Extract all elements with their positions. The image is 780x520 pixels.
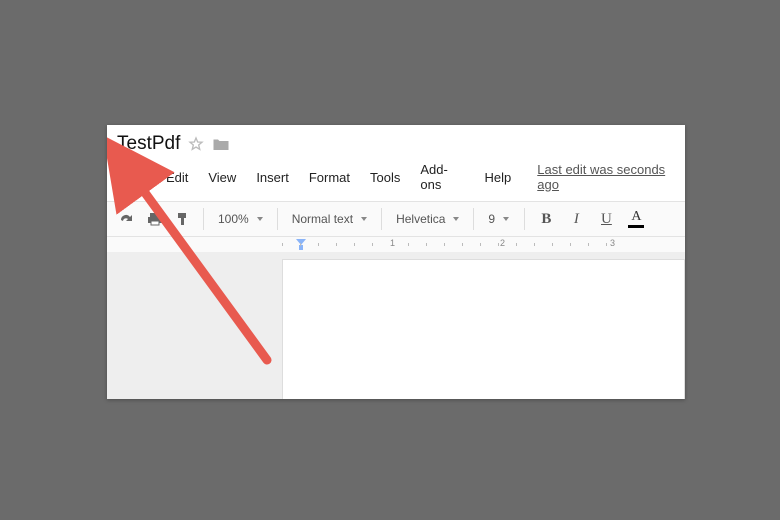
ruler-tick [444, 243, 445, 246]
ruler-tick [282, 243, 283, 246]
ruler-tick [606, 243, 607, 246]
text-color-letter: A [631, 210, 641, 224]
zoom-dropdown[interactable]: 100% [212, 206, 269, 232]
ruler-tick [462, 243, 463, 246]
menu-view[interactable]: View [198, 167, 246, 188]
ruler-number: 1 [390, 238, 395, 248]
menu-insert[interactable]: Insert [246, 167, 299, 188]
font-value: Helvetica [396, 212, 445, 226]
ruler-tick [408, 243, 409, 246]
zoom-value: 100% [218, 212, 249, 226]
ruler-tick [336, 243, 337, 246]
style-value: Normal text [292, 212, 353, 226]
ruler-tick [426, 243, 427, 246]
text-color-button[interactable]: A [623, 206, 649, 232]
print-button[interactable] [143, 206, 167, 232]
document-area [107, 253, 685, 399]
text-color-swatch [628, 225, 644, 228]
toolbar-divider [203, 208, 204, 230]
menu-help[interactable]: Help [475, 167, 522, 188]
ruler-number: 3 [610, 238, 615, 248]
ruler-tick [516, 243, 517, 246]
paragraph-style-dropdown[interactable]: Normal text [286, 206, 373, 232]
ruler-number: 2 [500, 238, 505, 248]
ruler-tick [354, 243, 355, 246]
folder-icon[interactable] [212, 136, 230, 152]
ruler-tick [300, 243, 301, 246]
size-value: 9 [488, 212, 495, 226]
ruler-tick [588, 243, 589, 246]
chevron-down-icon [503, 217, 509, 221]
toolbar-divider [524, 208, 525, 230]
titlebar: TestPdf [107, 125, 685, 157]
ruler-tick [372, 243, 373, 246]
underline-button[interactable]: U [593, 206, 619, 232]
toolbar-divider [381, 208, 382, 230]
ruler[interactable]: 1 2 3 [107, 237, 685, 253]
menu-addons[interactable]: Add-ons [410, 159, 474, 195]
ruler-tick [552, 243, 553, 246]
italic-button[interactable]: I [563, 206, 589, 232]
ruler-tick [534, 243, 535, 246]
menu-tools[interactable]: Tools [360, 167, 410, 188]
paint-format-button[interactable] [171, 206, 195, 232]
toolbar: 100% Normal text Helvetica 9 B I U A [107, 201, 685, 237]
ruler-tick [318, 243, 319, 246]
bold-button[interactable]: B [533, 206, 559, 232]
document-title[interactable]: TestPdf [117, 133, 180, 155]
font-dropdown[interactable]: Helvetica [390, 206, 465, 232]
chevron-down-icon [361, 217, 367, 221]
indent-marker-icon[interactable] [296, 239, 306, 253]
document-page[interactable] [282, 259, 685, 399]
ruler-tick [480, 243, 481, 246]
chevron-down-icon [257, 217, 263, 221]
ruler-tick [498, 243, 499, 246]
font-size-dropdown[interactable]: 9 [482, 206, 516, 232]
docs-window: TestPdf File Edit View Insert Format Too… [107, 125, 685, 399]
ruler-tick [570, 243, 571, 246]
redo-button[interactable] [113, 206, 139, 232]
menubar: File Edit View Insert Format Tools Add-o… [107, 157, 685, 201]
last-edit-link[interactable]: Last edit was seconds ago [537, 162, 677, 192]
star-icon[interactable] [188, 136, 204, 152]
menu-format[interactable]: Format [299, 167, 360, 188]
toolbar-divider [277, 208, 278, 230]
toolbar-divider [473, 208, 474, 230]
menu-file[interactable]: File [115, 167, 156, 188]
menu-edit[interactable]: Edit [156, 167, 198, 188]
left-gutter [107, 253, 282, 399]
chevron-down-icon [453, 217, 459, 221]
